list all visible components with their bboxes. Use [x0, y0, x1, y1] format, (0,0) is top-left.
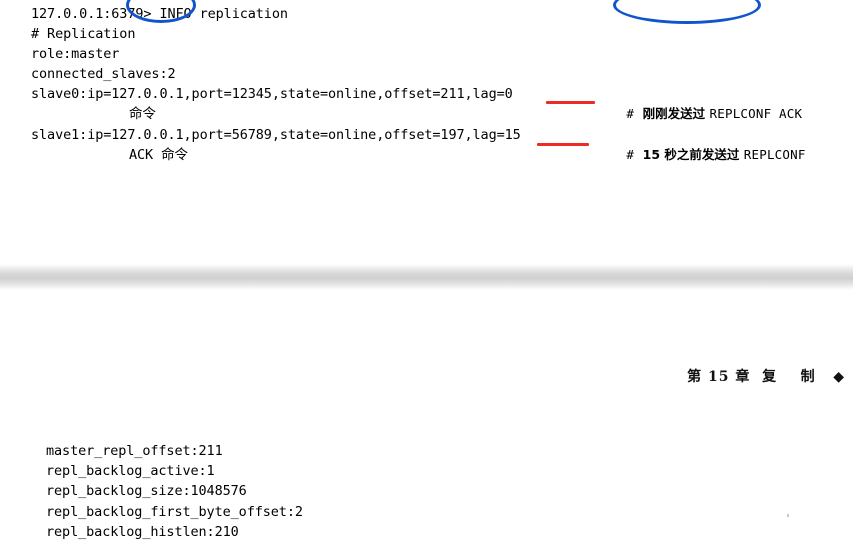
terminal-role-line: role:master	[31, 46, 120, 62]
comment-text-slave1: 15 秒之前发送过	[642, 147, 744, 162]
terminal-section-header: # Replication	[31, 26, 136, 42]
repl-backlog-info-block: master_repl_offset:211 repl_backlog_acti…	[0, 425, 853, 541]
terminal-slave0-wrap: 命令	[129, 106, 156, 122]
terminal-slave1-wrap: ACK 命令	[129, 147, 188, 163]
info-line-repl-backlog-active: repl_backlog_active:1	[46, 463, 215, 479]
comment-slave1: # 15 秒之前发送过 REPLCONF	[609, 125, 806, 185]
terminal-slave1-line: slave1:ip=127.0.0.1,port=56789,state=onl…	[31, 127, 521, 143]
scan-artifact-speck	[787, 514, 789, 517]
running-head-text: 第 15 章 复 制 ◆	[687, 369, 845, 385]
info-line-repl-backlog-histlen: repl_backlog_histlen:210	[46, 524, 239, 540]
comment-hash-slave1: #	[626, 147, 634, 162]
info-line-repl-backlog-first-byte-offset: repl_backlog_first_byte_offset:2	[46, 504, 303, 520]
lag-fifteen-underline-annotation	[537, 143, 589, 146]
comment-text-slave0: 刚刚发送过	[642, 106, 710, 121]
page-separator-band	[0, 264, 853, 291]
terminal-connected-slaves-line: connected_slaves:2	[31, 66, 176, 82]
comment-mono-slave0: REPLCONF ACK	[709, 106, 803, 121]
info-line-master-repl-offset: master_repl_offset:211	[46, 443, 223, 459]
comment-hash-slave0: #	[626, 106, 634, 121]
comment-mono-slave1: REPLCONF	[743, 147, 806, 162]
blue-circle-right-annotation	[613, 0, 761, 24]
terminal-output-block: 127.0.0.1:6379> INFO replication # Repli…	[0, 0, 853, 180]
terminal-slave0-line: slave0:ip=127.0.0.1,port=12345,state=onl…	[31, 86, 513, 102]
running-head: 第 15 章 复 制 ◆	[675, 350, 845, 386]
lag-zero-underline-annotation	[546, 101, 595, 104]
info-line-repl-backlog-size: repl_backlog_size:1048576	[46, 483, 247, 499]
